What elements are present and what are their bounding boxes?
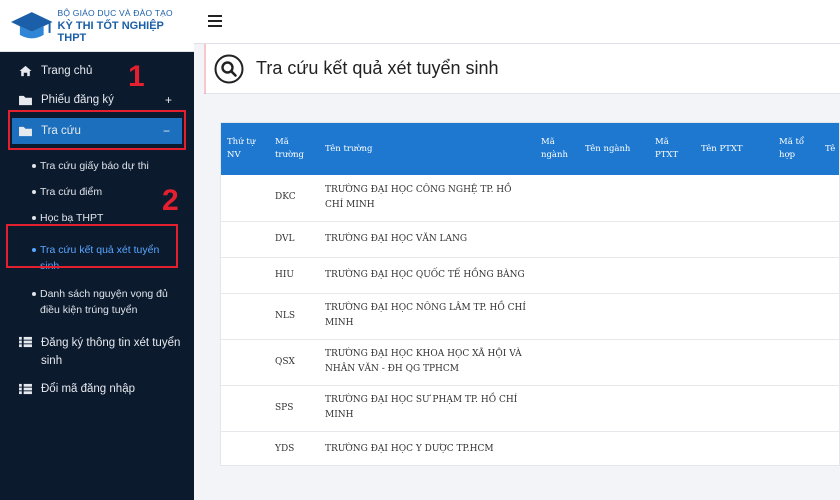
table-row: DKC TRƯỜNG ĐẠI HỌC CÔNG NGHỆ TP. HỒ CHÍ M…: [221, 175, 839, 222]
col-header-major-code: Mã ngành: [535, 123, 579, 175]
cell-school-name: TRƯỜNG ĐẠI HỌC VĂN LANG: [319, 221, 535, 258]
cell-school-name: TRƯỜNG ĐẠI HỌC CÔNG NGHỆ TP. HỒ CHÍ MINH: [319, 175, 535, 222]
sidebar-item-label: Đổi mã đăng nhập: [41, 382, 135, 395]
folder-icon: [19, 95, 32, 105]
list-icon: [19, 383, 32, 394]
list-icon: [19, 336, 32, 348]
brand-exam-name: KỲ THI TỐT NGHIỆP THPT: [57, 19, 164, 44]
annotation-box-step1: [8, 110, 186, 150]
table-row: NLS TRƯỜNG ĐẠI HỌC NÔNG LÂM TP. HỒ CHÍ MI…: [221, 293, 839, 340]
graduation-cap-logo-icon: [10, 11, 53, 38]
annotation-step2-number: 2: [162, 184, 179, 217]
search-icon: [214, 54, 244, 83]
cell-school-name: TRƯỜNG ĐẠI HỌC NÔNG LÂM TP. HỒ CHÍ MINH: [319, 293, 535, 340]
cell-school-code: NLS: [269, 293, 319, 340]
cell-school-name: TRƯỜNG ĐẠI HỌC QUỐC TẾ HỒNG BÀNG: [319, 257, 535, 294]
col-header-method-code: Mã PTXT: [649, 123, 695, 175]
table-row: YDS TRƯỜNG ĐẠI HỌC Y DƯỢC TP.HCM: [221, 431, 839, 465]
sidebar-subitem-eligible-wishes[interactable]: Danh sách nguyện vọng đủ điều kiện trúng…: [0, 280, 194, 328]
annotation-step1-number: 1: [128, 60, 145, 93]
results-table: Thứ tự NV Mã trường Tên trường Mã ngành …: [221, 123, 839, 465]
home-icon: [19, 65, 32, 76]
col-header-order: Thứ tự NV: [221, 123, 269, 175]
bullet-icon: [32, 164, 36, 168]
sidebar-item-label: Đăng ký thông tin xét tuyển sinh: [41, 337, 181, 367]
sidebar-subitem-exam-notice[interactable]: Tra cứu giấy báo dự thi: [0, 158, 194, 184]
page-header: Tra cứu kết quả xét tuyển sinh: [204, 44, 840, 94]
header-divider: [204, 44, 206, 94]
expand-plus-icon[interactable]: +: [165, 93, 172, 107]
cell-school-code: SPS: [269, 385, 319, 432]
page-title: Tra cứu kết quả xét tuyển sinh: [256, 58, 499, 78]
cell-school-code: YDS: [269, 431, 319, 465]
cell-school-name: TRƯỜNG ĐẠI HỌC Y DƯỢC TP.HCM: [319, 431, 535, 465]
cell-school-name: TRƯỜNG ĐẠI HỌC KHOA HỌC XÃ HỘI VÀ NHÂN V…: [319, 339, 535, 386]
col-header-combo-code: Mã tổ hợp: [773, 123, 819, 175]
annotation-box-step2: [6, 224, 178, 268]
table-row: DVL TRƯỜNG ĐẠI HỌC VĂN LANG: [221, 221, 839, 258]
table-row: QSX TRƯỜNG ĐẠI HỌC KHOA HỌC XÃ HỘI VÀ NHÂ…: [221, 339, 839, 386]
bullet-icon: [32, 292, 36, 296]
cell-school-code: QSX: [269, 339, 319, 386]
col-header-method-name: Tên PTXT: [695, 123, 773, 175]
hamburger-menu-icon[interactable]: [208, 15, 222, 30]
results-card: Thứ tự NV Mã trường Tên trường Mã ngành …: [220, 122, 840, 466]
brand-ministry: BỘ GIÁO DỤC VÀ ĐÀO TẠO: [57, 7, 173, 18]
brand-text: BỘ GIÁO DỤC VÀ ĐÀO TẠO KỲ THI TỐT NGHIỆP…: [58, 8, 194, 44]
top-bar: [194, 0, 840, 44]
sidebar-item-label: Phiếu đăng ký: [41, 93, 114, 106]
sidebar-item-admission-info[interactable]: Đăng ký thông tin xét tuyển sinh: [0, 328, 194, 374]
table-header-row: Thứ tự NV Mã trường Tên trường Mã ngành …: [221, 123, 839, 175]
col-header-major-name: Tên ngành: [579, 123, 649, 175]
table-row: SPS TRƯỜNG ĐẠI HỌC SƯ PHẠM TP. HỒ CHÍ MIN…: [221, 385, 839, 432]
brand-header[interactable]: BỘ GIÁO DỤC VÀ ĐÀO TẠO KỲ THI TỐT NGHIỆP…: [0, 0, 194, 52]
table-row: HIU TRƯỜNG ĐẠI HỌC QUỐC TẾ HỒNG BÀNG: [221, 257, 839, 294]
col-header-school-name: Tên trường: [319, 123, 535, 175]
col-header-school-code: Mã trường: [269, 123, 319, 175]
cell-school-code: DKC: [269, 175, 319, 222]
sidebar-item-home[interactable]: Trang chủ: [0, 56, 194, 85]
sidebar-item-change-password[interactable]: Đổi mã đăng nhập: [0, 374, 194, 403]
sidebar-item-label: Trang chủ: [41, 64, 93, 77]
cell-school-code: HIU: [269, 257, 319, 294]
bullet-icon: [32, 216, 36, 220]
col-header-next: Tê: [819, 123, 839, 175]
bullet-icon: [32, 190, 36, 194]
cell-school-name: TRƯỜNG ĐẠI HỌC SƯ PHẠM TP. HỒ CHÍ MINH: [319, 385, 535, 432]
cell-school-code: DVL: [269, 221, 319, 258]
